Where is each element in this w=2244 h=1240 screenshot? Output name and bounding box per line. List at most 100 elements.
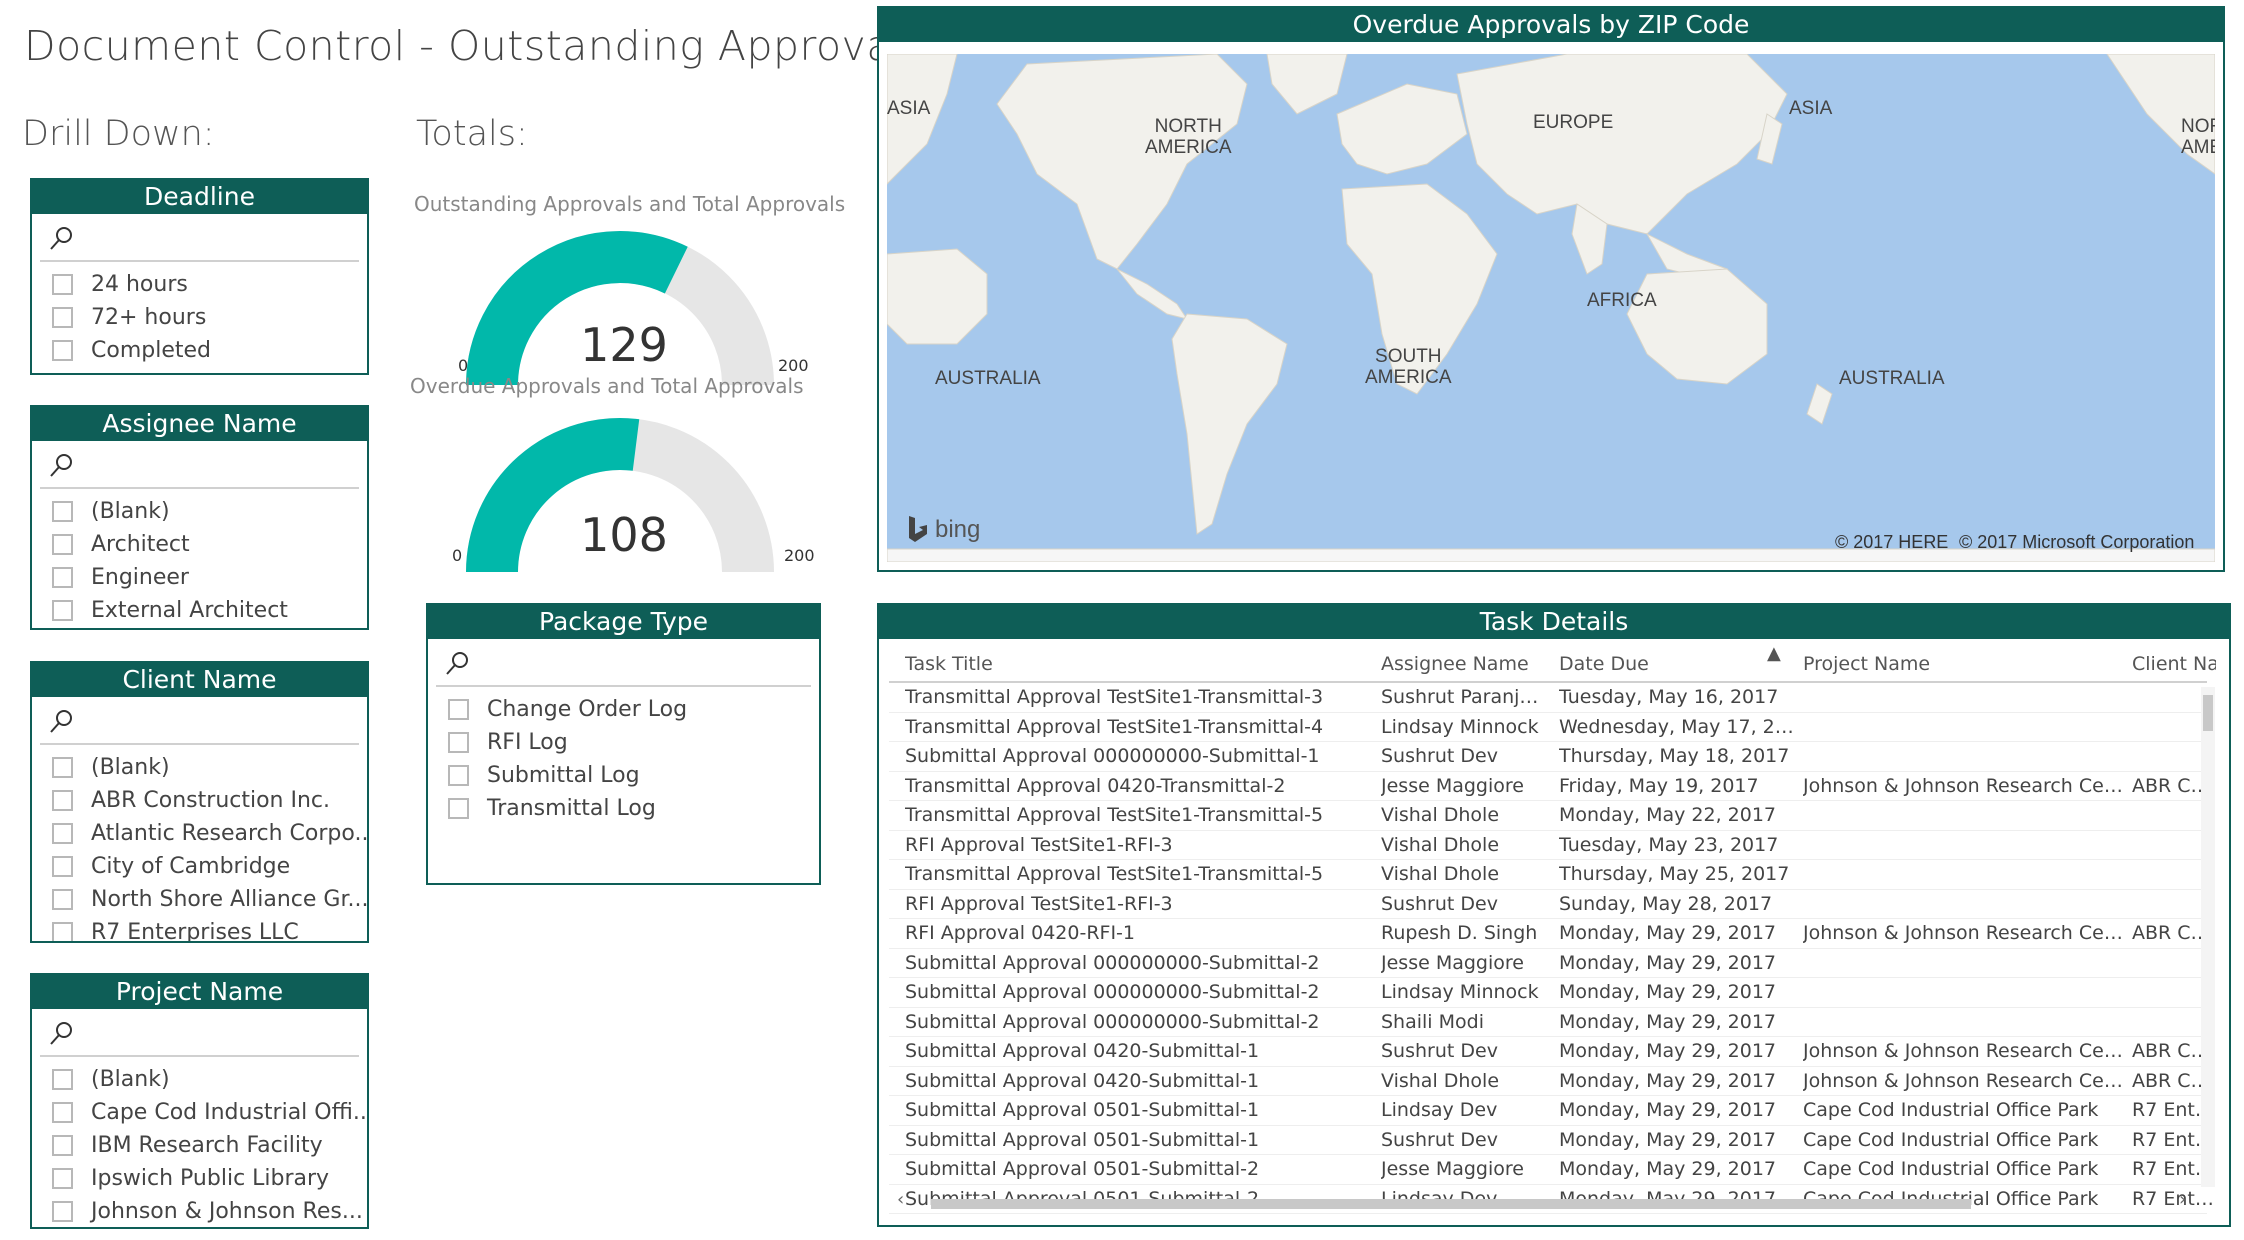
checkbox[interactable] xyxy=(52,600,73,621)
task-details-title: Task Details xyxy=(879,605,2229,639)
table-row[interactable]: Submittal Approval 000000000-Submittal-2… xyxy=(889,949,2207,978)
slicer-option[interactable]: Transmittal Log xyxy=(448,792,819,825)
table-row[interactable]: Submittal Approval 000000000-Submittal-2… xyxy=(889,1008,2207,1037)
slicer-option-label: R7 Enterprises LLC xyxy=(91,920,299,943)
gauge-2-value: 108 xyxy=(580,508,668,562)
slicer-option[interactable]: 72+ hours xyxy=(52,301,367,334)
map-visual: Overdue Approvals by ZIP Code ASIA NORTH… xyxy=(877,6,2225,572)
client-search[interactable] xyxy=(40,701,359,745)
checkbox[interactable] xyxy=(52,1201,73,1222)
slicer-option[interactable]: Johnson & Johnson Res... xyxy=(52,1195,367,1227)
scroll-left-icon[interactable]: ‹ xyxy=(897,1189,904,1210)
cell-project: Johnson & Johnson Research Cent... xyxy=(1803,1040,2123,1062)
scroll-right-icon[interactable]: › xyxy=(2179,1189,2186,1210)
col-task-title[interactable]: Task Title xyxy=(905,653,1345,675)
checkbox[interactable] xyxy=(52,757,73,778)
slicer-option[interactable]: RFI Log xyxy=(448,726,819,759)
checkbox[interactable] xyxy=(52,1135,73,1156)
slicer-option[interactable]: Cape Cod Industrial Offi... xyxy=(52,1096,367,1129)
slicer-option[interactable]: 24 hours xyxy=(52,268,367,301)
table-row[interactable]: RFI Approval 0420-RFI-1 Rupesh D. Singh Mo… xyxy=(889,919,2216,949)
checkbox[interactable] xyxy=(52,534,73,555)
checkbox[interactable] xyxy=(52,1069,73,1090)
project-search[interactable] xyxy=(40,1013,359,1057)
checkbox[interactable] xyxy=(448,798,469,819)
table-row[interactable]: RFI Approval TestSite1-RFI-3 Vishal Dhole… xyxy=(889,831,2207,860)
checkbox[interactable] xyxy=(52,1102,73,1123)
cell-assignee: Sushrut Dev xyxy=(1381,1040,1498,1062)
checkbox[interactable] xyxy=(52,567,73,588)
search-icon xyxy=(446,652,468,675)
package-search[interactable] xyxy=(436,643,811,687)
table-row[interactable]: Transmittal Approval TestSite1-Transmitt… xyxy=(889,860,2207,890)
slicer-option[interactable]: Ipswich Public Library xyxy=(52,1162,367,1195)
slicer-option[interactable]: ABR Construction Inc. xyxy=(52,784,367,817)
slicer-option-label: Transmittal Log xyxy=(487,796,656,821)
table-row[interactable]: Transmittal Approval TestSite1-Transmitt… xyxy=(889,713,2207,742)
cell-date-due: Monday, May 29, 2017 xyxy=(1559,922,1777,944)
checkbox[interactable] xyxy=(52,790,73,811)
map-label-europe: EUROPE xyxy=(1533,112,1614,133)
slicer-option[interactable]: Submittal Log xyxy=(448,759,819,792)
table-row[interactable]: Submittal Approval 0501-Submittal-1 Linds… xyxy=(889,1096,2216,1126)
table-row[interactable]: Submittal Approval 000000000-Submittal-1… xyxy=(889,742,2207,772)
slicer-option[interactable]: (Blank) xyxy=(52,751,367,784)
map-label-australia-left: AUSTRALIA xyxy=(935,368,1041,389)
table-row[interactable]: Transmittal Approval TestSite1-Transmitt… xyxy=(889,683,2207,713)
slicer-option[interactable]: (Blank) xyxy=(52,495,367,528)
table-row[interactable]: Transmittal Approval 0420-Transmittal-2 J… xyxy=(889,772,2216,801)
table-row[interactable]: Transmittal Approval TestSite1-Transmitt… xyxy=(889,801,2207,831)
deadline-search[interactable] xyxy=(40,218,359,262)
horizontal-scrollbar[interactable]: ‹ › xyxy=(897,1189,2197,1213)
horizontal-scroll-thumb[interactable] xyxy=(931,1199,1971,1209)
slicer-option[interactable]: City of Cambridge xyxy=(52,850,367,883)
checkbox[interactable] xyxy=(52,823,73,844)
table-row[interactable]: Submittal Approval 0501-Submittal-1 Sushr… xyxy=(889,1126,2216,1155)
checkbox[interactable] xyxy=(52,501,73,522)
sort-ascending-icon[interactable]: ▲ xyxy=(1767,643,1781,664)
slicer-option[interactable]: IBM Research Facility xyxy=(52,1129,367,1162)
slicer-option-label: Engineer xyxy=(91,565,189,590)
vertical-scroll-thumb[interactable] xyxy=(2203,695,2213,731)
checkbox[interactable] xyxy=(448,765,469,786)
checkbox[interactable] xyxy=(52,274,73,295)
bing-logo: bing xyxy=(907,516,980,544)
checkbox[interactable] xyxy=(52,856,73,877)
table-row[interactable]: RFI Approval TestSite1-RFI-3 Sushrut Dev S… xyxy=(889,890,2207,919)
slicer-option[interactable]: North Shore Alliance Gr... xyxy=(52,883,367,916)
col-date-due[interactable]: Date Due xyxy=(1559,653,1799,675)
checkbox[interactable] xyxy=(448,732,469,753)
slicer-option[interactable]: (Blank) xyxy=(52,1063,367,1096)
slicer-option[interactable]: Engineer xyxy=(52,561,367,594)
col-assignee-name[interactable]: Assignee Name xyxy=(1381,653,1546,675)
col-client-name[interactable]: Client Nar xyxy=(2132,653,2216,675)
slicer-option[interactable]: Atlantic Research Corpo... xyxy=(52,817,367,850)
table-row[interactable]: Submittal Approval 000000000-Submittal-2… xyxy=(889,978,2207,1008)
col-project-name[interactable]: Project Name xyxy=(1803,653,2123,675)
checkbox[interactable] xyxy=(52,889,73,910)
slicer-option[interactable]: Change Order Log xyxy=(448,693,819,726)
table-row[interactable]: Submittal Approval 0501-Submittal-2 Jesse… xyxy=(889,1155,2216,1185)
table-row[interactable]: Submittal Approval 0420-Submittal-1 Visha… xyxy=(889,1067,2216,1096)
slicer-option[interactable]: Completed xyxy=(52,334,367,367)
checkbox[interactable] xyxy=(52,1168,73,1189)
cell-assignee: Sushrut Dev xyxy=(1381,1128,1498,1151)
table-row[interactable]: Submittal Approval 0420-Submittal-1 Sushr… xyxy=(889,1037,2216,1067)
slicer-option-label: RFI Log xyxy=(487,730,568,755)
assignee-search[interactable] xyxy=(40,445,359,489)
map-label-asia-left: ASIA xyxy=(887,98,931,119)
checkbox[interactable] xyxy=(52,922,73,941)
vertical-scrollbar[interactable] xyxy=(2201,687,2215,1187)
cell-date-due: Sunday, May 28, 2017 xyxy=(1559,892,1773,915)
cell-assignee: Jesse Maggiore xyxy=(1381,774,1524,797)
slicer-option[interactable]: Architect xyxy=(52,528,367,561)
checkbox[interactable] xyxy=(52,307,73,328)
world-map[interactable]: ASIA NORTHAMERICA EUROPE ASIA NORAMEI AF… xyxy=(887,54,2215,562)
slicer-option-label: 24 hours xyxy=(91,272,188,297)
checkbox[interactable] xyxy=(52,340,73,361)
slicer-option[interactable]: External Architect xyxy=(52,594,367,627)
slicer-option-label: (Blank) xyxy=(91,755,170,780)
slicer-option[interactable]: R7 Enterprises LLC xyxy=(52,916,367,943)
checkbox[interactable] xyxy=(448,699,469,720)
map-label-asia: ASIA xyxy=(1789,98,1833,119)
